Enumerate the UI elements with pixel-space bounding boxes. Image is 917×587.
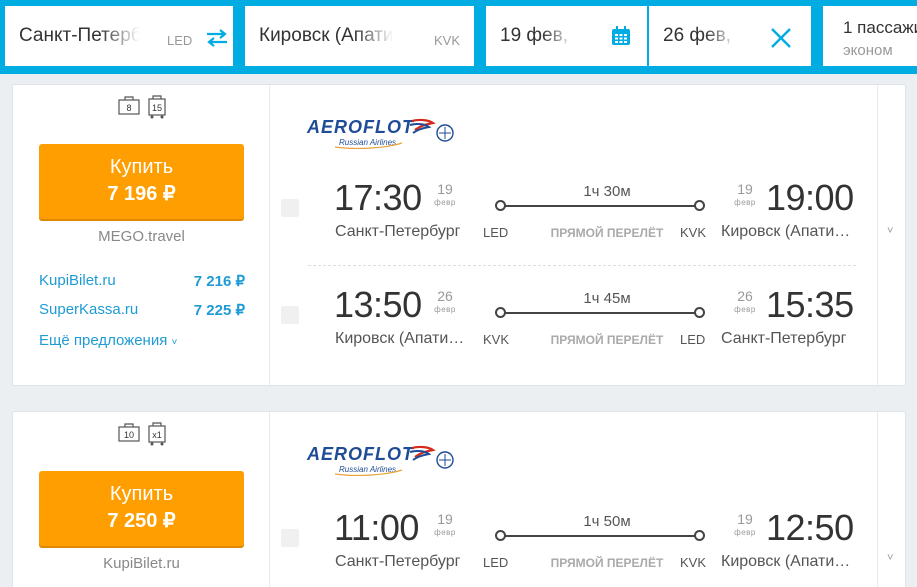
svg-text:10: 10	[124, 430, 134, 440]
offer-row[interactable]: KupiBilet.ru 7 216 ₽	[39, 272, 245, 290]
flight-duration: 1ч 50м	[583, 513, 631, 530]
departure-time: 13:50	[334, 284, 422, 325]
passengers-count: 1 пассажир	[843, 18, 917, 37]
route-line	[501, 312, 701, 314]
expand-details[interactable]: ˅	[877, 412, 905, 587]
checked-baggage-icon: 15	[148, 95, 166, 119]
close-icon[interactable]	[770, 27, 792, 49]
origin-field[interactable]: Санкт-Петербург LED	[5, 6, 233, 66]
route-end-dot	[694, 530, 705, 541]
buy-price: 7 250 ₽	[107, 510, 176, 532]
departure-city: Санкт-Петербург	[335, 223, 461, 240]
flight-segment[interactable]: 17:30 19 февр Санкт-Петербург LED 1ч 30м …	[279, 177, 859, 257]
departure-code: KVK	[483, 332, 510, 347]
more-offers-label: Ещё предложения	[39, 332, 168, 349]
price-column: 8 15 Купить 7 196 ₽ MEGO.travel KupiBile…	[13, 85, 270, 385]
buy-button[interactable]: Купить 7 250 ₽	[39, 471, 244, 546]
checked-baggage-icon: x1	[148, 422, 166, 446]
buy-label: Купить	[109, 483, 174, 505]
arrival-date: 19 февр	[734, 181, 756, 207]
search-bar: Санкт-Петербург LED Кировск (Апатиты) KV…	[0, 0, 917, 74]
chevron-down-icon: ˅	[171, 337, 178, 348]
segment-checkbox[interactable]	[281, 529, 299, 547]
chevron-down-icon: ˅	[887, 225, 894, 237]
aeroflot-wings-icon	[334, 118, 454, 150]
depart-date-field[interactable]: 19 фев, сб	[486, 6, 647, 66]
flight-segment[interactable]: 11:00 19 февр Санкт-Петербург LED 1ч 50м …	[279, 507, 859, 587]
route-start-dot	[495, 530, 506, 541]
more-offers-link[interactable]: Ещё предложения ˅	[39, 332, 177, 349]
arrival-city: Кировск (Апати…	[721, 223, 851, 240]
arrival-city: Кировск (Апати…	[721, 553, 851, 570]
direct-flight-label: ПРЯМОЙ ПЕРЕЛЁТ	[550, 556, 664, 570]
buy-button[interactable]: Купить 7 196 ₽	[39, 144, 244, 219]
origin-iata: LED	[167, 33, 193, 48]
offer-agency[interactable]: KupiBilet.ru	[39, 272, 116, 289]
return-date-field[interactable]: 26 фев, сб	[649, 6, 811, 66]
segment-checkbox[interactable]	[281, 199, 299, 217]
departure-date: 26 февр	[434, 288, 456, 314]
flight-duration: 1ч 30м	[583, 183, 631, 200]
hand-luggage-icon: 8	[118, 96, 140, 115]
route-line	[501, 205, 701, 207]
arrival-date: 26 февр	[734, 288, 756, 314]
offer-price[interactable]: 7 216 ₽	[194, 272, 245, 290]
depart-fade	[542, 6, 602, 66]
arrival-time: 19:00	[766, 177, 854, 218]
route-line	[501, 535, 701, 537]
agency-name: KupiBilet.ru	[103, 555, 180, 572]
ticket-card: 10 x1 Купить 7 250 ₽ KupiBilet.ru AEROFL…	[12, 411, 906, 587]
cabin-class: эконом	[843, 42, 893, 59]
buy-price: 7 196 ₽	[107, 183, 176, 205]
arrival-time: 15:35	[766, 284, 854, 325]
calendar-icon[interactable]	[611, 26, 631, 46]
departure-city: Кировск (Апати…	[335, 330, 465, 347]
arrival-code: KVK	[680, 225, 707, 240]
hand-luggage-icon: 10	[118, 423, 140, 442]
arrival-date: 19 февр	[734, 511, 756, 537]
svg-text:8: 8	[126, 103, 131, 113]
segment-divider	[308, 265, 856, 266]
arrival-city: Санкт-Петербург	[721, 330, 847, 347]
chevron-down-icon: ˅	[887, 552, 894, 564]
expand-details[interactable]: ˅	[877, 85, 905, 385]
departure-date: 19 февр	[434, 181, 456, 207]
arrival-time: 12:50	[766, 507, 854, 548]
flight-duration: 1ч 45м	[583, 290, 631, 307]
ticket-card: 8 15 Купить 7 196 ₽ MEGO.travel KupiBile…	[12, 84, 906, 386]
swap-icon[interactable]	[205, 29, 229, 47]
route-end-dot	[694, 307, 705, 318]
departure-code: LED	[483, 555, 509, 570]
route-start-dot	[495, 307, 506, 318]
return-fade	[705, 6, 765, 66]
offer-row[interactable]: SuperKassa.ru 7 225 ₽	[39, 301, 245, 319]
svg-text:15: 15	[152, 103, 162, 113]
segment-checkbox[interactable]	[281, 306, 299, 324]
route-start-dot	[495, 200, 506, 211]
arrival-code: LED	[680, 332, 706, 347]
departure-city: Санкт-Петербург	[335, 553, 461, 570]
aeroflot-wings-icon	[334, 445, 454, 477]
destination-iata: KVK	[434, 33, 461, 48]
arrival-code: KVK	[680, 555, 707, 570]
departure-code: LED	[483, 225, 509, 240]
offer-agency[interactable]: SuperKassa.ru	[39, 301, 138, 318]
direct-flight-label: ПРЯМОЙ ПЕРЕЛЁТ	[550, 333, 664, 347]
origin-fade	[101, 6, 171, 66]
destination-field[interactable]: Кировск (Апатиты) KVK	[245, 6, 474, 66]
agency-name: MEGO.travel	[98, 228, 185, 245]
direct-flight-label: ПРЯМОЙ ПЕРЕЛЁТ	[550, 226, 664, 240]
destination-fade	[355, 6, 425, 66]
svg-text:x1: x1	[152, 430, 162, 440]
price-column: 10 x1 Купить 7 250 ₽ KupiBilet.ru	[13, 412, 270, 587]
flight-segment[interactable]: 13:50 26 февр Кировск (Апати… KVK 1ч 45м …	[279, 284, 859, 364]
route-end-dot	[694, 200, 705, 211]
offer-price[interactable]: 7 225 ₽	[194, 301, 245, 319]
departure-date: 19 февр	[434, 511, 456, 537]
departure-time: 17:30	[334, 177, 422, 218]
departure-time: 11:00	[334, 507, 419, 548]
buy-label: Купить	[109, 156, 174, 178]
passengers-field[interactable]: 1 пассажир эконом	[823, 6, 917, 66]
